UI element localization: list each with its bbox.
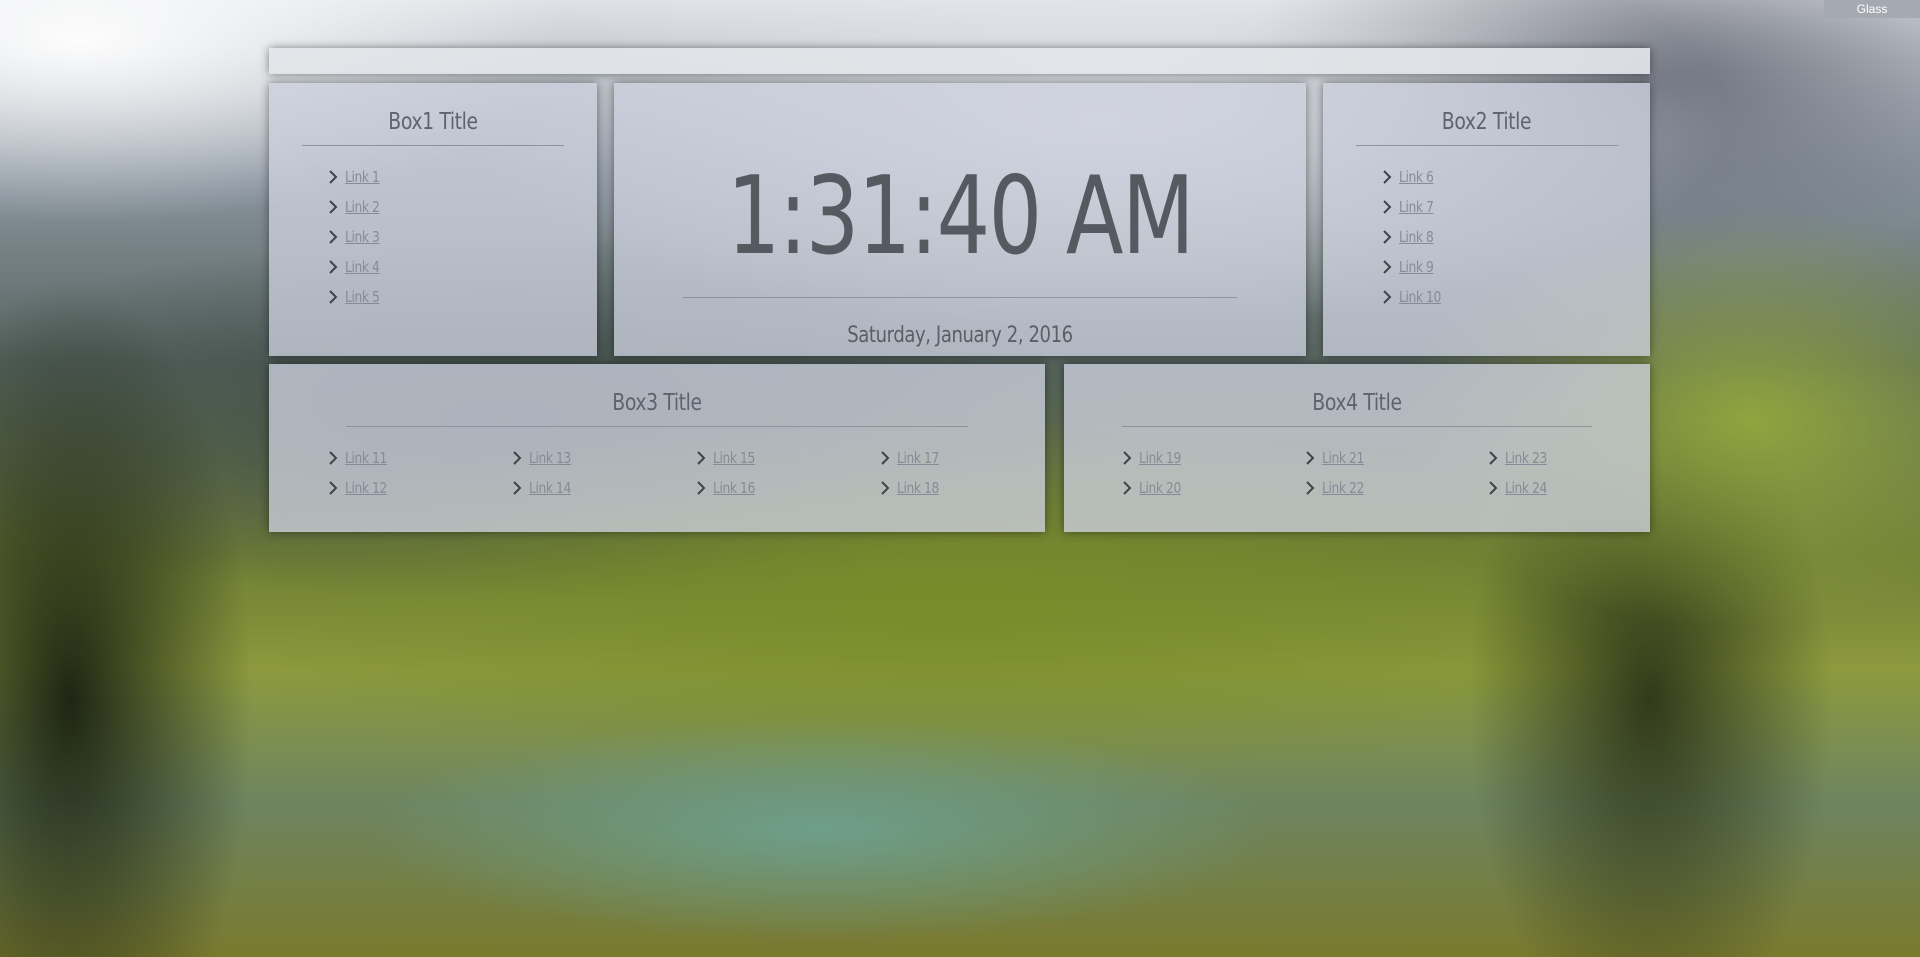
chevron-right-icon <box>325 259 341 275</box>
box3-link[interactable]: Link 15 <box>713 449 755 467</box>
box2-link-item[interactable]: Link 9 <box>1379 256 1441 278</box>
chevron-right-icon <box>1119 480 1135 496</box>
box3-panel: Box3 Title Link 11 Link 12 Link 13 Link … <box>269 364 1045 532</box>
theme-switcher-button[interactable]: Glass <box>1824 0 1920 18</box>
box4-link[interactable]: Link 23 <box>1505 449 1547 467</box>
box4-title: Box4 Title <box>1312 390 1402 416</box>
box1-link-item[interactable]: Link 5 <box>325 286 387 308</box>
box3-link-item[interactable]: Link 13 <box>509 447 580 469</box>
chevron-right-icon <box>877 480 893 496</box>
chevron-right-icon <box>325 480 341 496</box>
chevron-right-icon <box>693 480 709 496</box>
box2-link-item[interactable]: Link 8 <box>1379 226 1441 248</box>
box4-link-item[interactable]: Link 20 <box>1119 477 1190 499</box>
box2-link[interactable]: Link 8 <box>1399 228 1434 246</box>
chevron-right-icon <box>1302 450 1318 466</box>
box3-link-item[interactable]: Link 15 <box>693 447 764 469</box>
chevron-right-icon <box>1379 259 1395 275</box>
box1-link-item[interactable]: Link 1 <box>325 166 387 188</box>
box1-title: Box1 Title <box>388 109 478 135</box>
box3-link[interactable]: Link 18 <box>897 479 939 497</box>
chevron-right-icon <box>877 450 893 466</box>
chevron-right-icon <box>325 450 341 466</box>
chevron-right-icon <box>1302 480 1318 496</box>
box3-link[interactable]: Link 16 <box>713 479 755 497</box>
box2-link[interactable]: Link 9 <box>1399 258 1434 276</box>
box3-link-item[interactable]: Link 11 <box>325 447 396 469</box>
box3-link-item[interactable]: Link 14 <box>509 477 580 499</box>
chevron-right-icon <box>325 229 341 245</box>
chevron-right-icon <box>1119 450 1135 466</box>
box1-link[interactable]: Link 3 <box>345 228 380 246</box>
box3-link[interactable]: Link 14 <box>529 479 571 497</box>
box2-link-item[interactable]: Link 10 <box>1379 286 1450 308</box>
chevron-right-icon <box>509 480 525 496</box>
box2-title-divider <box>1355 145 1618 146</box>
box3-link[interactable]: Link 17 <box>897 449 939 467</box>
clock-time: 1:31:40 AM <box>726 154 1195 279</box>
chevron-right-icon <box>1379 289 1395 305</box>
chevron-right-icon <box>325 289 341 305</box>
box4-link-item[interactable]: Link 23 <box>1485 447 1556 469</box>
box4-link[interactable]: Link 24 <box>1505 479 1547 497</box>
box3-link[interactable]: Link 12 <box>345 479 387 497</box>
box3-title: Box3 Title <box>612 390 702 416</box>
box3-link-item[interactable]: Link 16 <box>693 477 764 499</box>
box2-panel: Box2 Title Link 6 Link 7 Link 8 Link 9 L… <box>1323 83 1650 356</box>
box2-link-item[interactable]: Link 6 <box>1379 166 1441 188</box>
box2-link[interactable]: Link 6 <box>1399 168 1434 186</box>
box3-link-item[interactable]: Link 12 <box>325 477 396 499</box>
chevron-right-icon <box>1485 480 1501 496</box>
box2-title: Box2 Title <box>1441 109 1532 135</box>
box4-link[interactable]: Link 22 <box>1322 479 1364 497</box>
chevron-right-icon <box>1485 450 1501 466</box>
box1-link-item[interactable]: Link 2 <box>325 196 387 218</box>
box3-link[interactable]: Link 11 <box>345 449 387 467</box>
chevron-right-icon <box>325 199 341 215</box>
chevron-right-icon <box>1379 199 1395 215</box>
box3-title-divider <box>346 426 968 427</box>
box4-link-item[interactable]: Link 21 <box>1302 447 1373 469</box>
box2-link-item[interactable]: Link 7 <box>1379 196 1441 218</box>
clock-divider <box>683 297 1237 298</box>
clock-date: Saturday, January 2, 2016 <box>847 323 1073 348</box>
chevron-right-icon <box>325 169 341 185</box>
clock-panel: 1:31:40 AM Saturday, January 2, 2016 <box>614 83 1306 356</box>
box4-link[interactable]: Link 19 <box>1139 449 1181 467</box>
box1-link[interactable]: Link 4 <box>345 258 380 276</box>
chevron-right-icon <box>1379 229 1395 245</box>
top-bar <box>269 48 1650 74</box>
box1-title-divider <box>302 145 564 146</box>
chevron-right-icon <box>1379 169 1395 185</box>
box4-link[interactable]: Link 20 <box>1139 479 1181 497</box>
box2-link[interactable]: Link 7 <box>1399 198 1434 216</box>
box1-link[interactable]: Link 1 <box>345 168 380 186</box>
box2-link[interactable]: Link 10 <box>1399 288 1441 306</box>
chevron-right-icon <box>693 450 709 466</box>
box3-link-item[interactable]: Link 17 <box>877 447 948 469</box>
box1-panel: Box1 Title Link 1 Link 2 Link 3 Link 4 L… <box>269 83 597 356</box>
box1-link[interactable]: Link 2 <box>345 198 380 216</box>
box4-title-divider <box>1122 426 1592 427</box>
chevron-right-icon <box>509 450 525 466</box>
box4-link-item[interactable]: Link 19 <box>1119 447 1190 469</box>
box4-link-item[interactable]: Link 24 <box>1485 477 1556 499</box>
box4-link[interactable]: Link 21 <box>1322 449 1364 467</box>
box3-link-item[interactable]: Link 18 <box>877 477 948 499</box>
box4-panel: Box4 Title Link 19 Link 20 Link 21 Link … <box>1064 364 1650 532</box>
box1-link[interactable]: Link 5 <box>345 288 380 306</box>
box4-link-item[interactable]: Link 22 <box>1302 477 1373 499</box>
box3-link[interactable]: Link 13 <box>529 449 571 467</box>
box1-link-item[interactable]: Link 4 <box>325 256 387 278</box>
box1-link-item[interactable]: Link 3 <box>325 226 387 248</box>
